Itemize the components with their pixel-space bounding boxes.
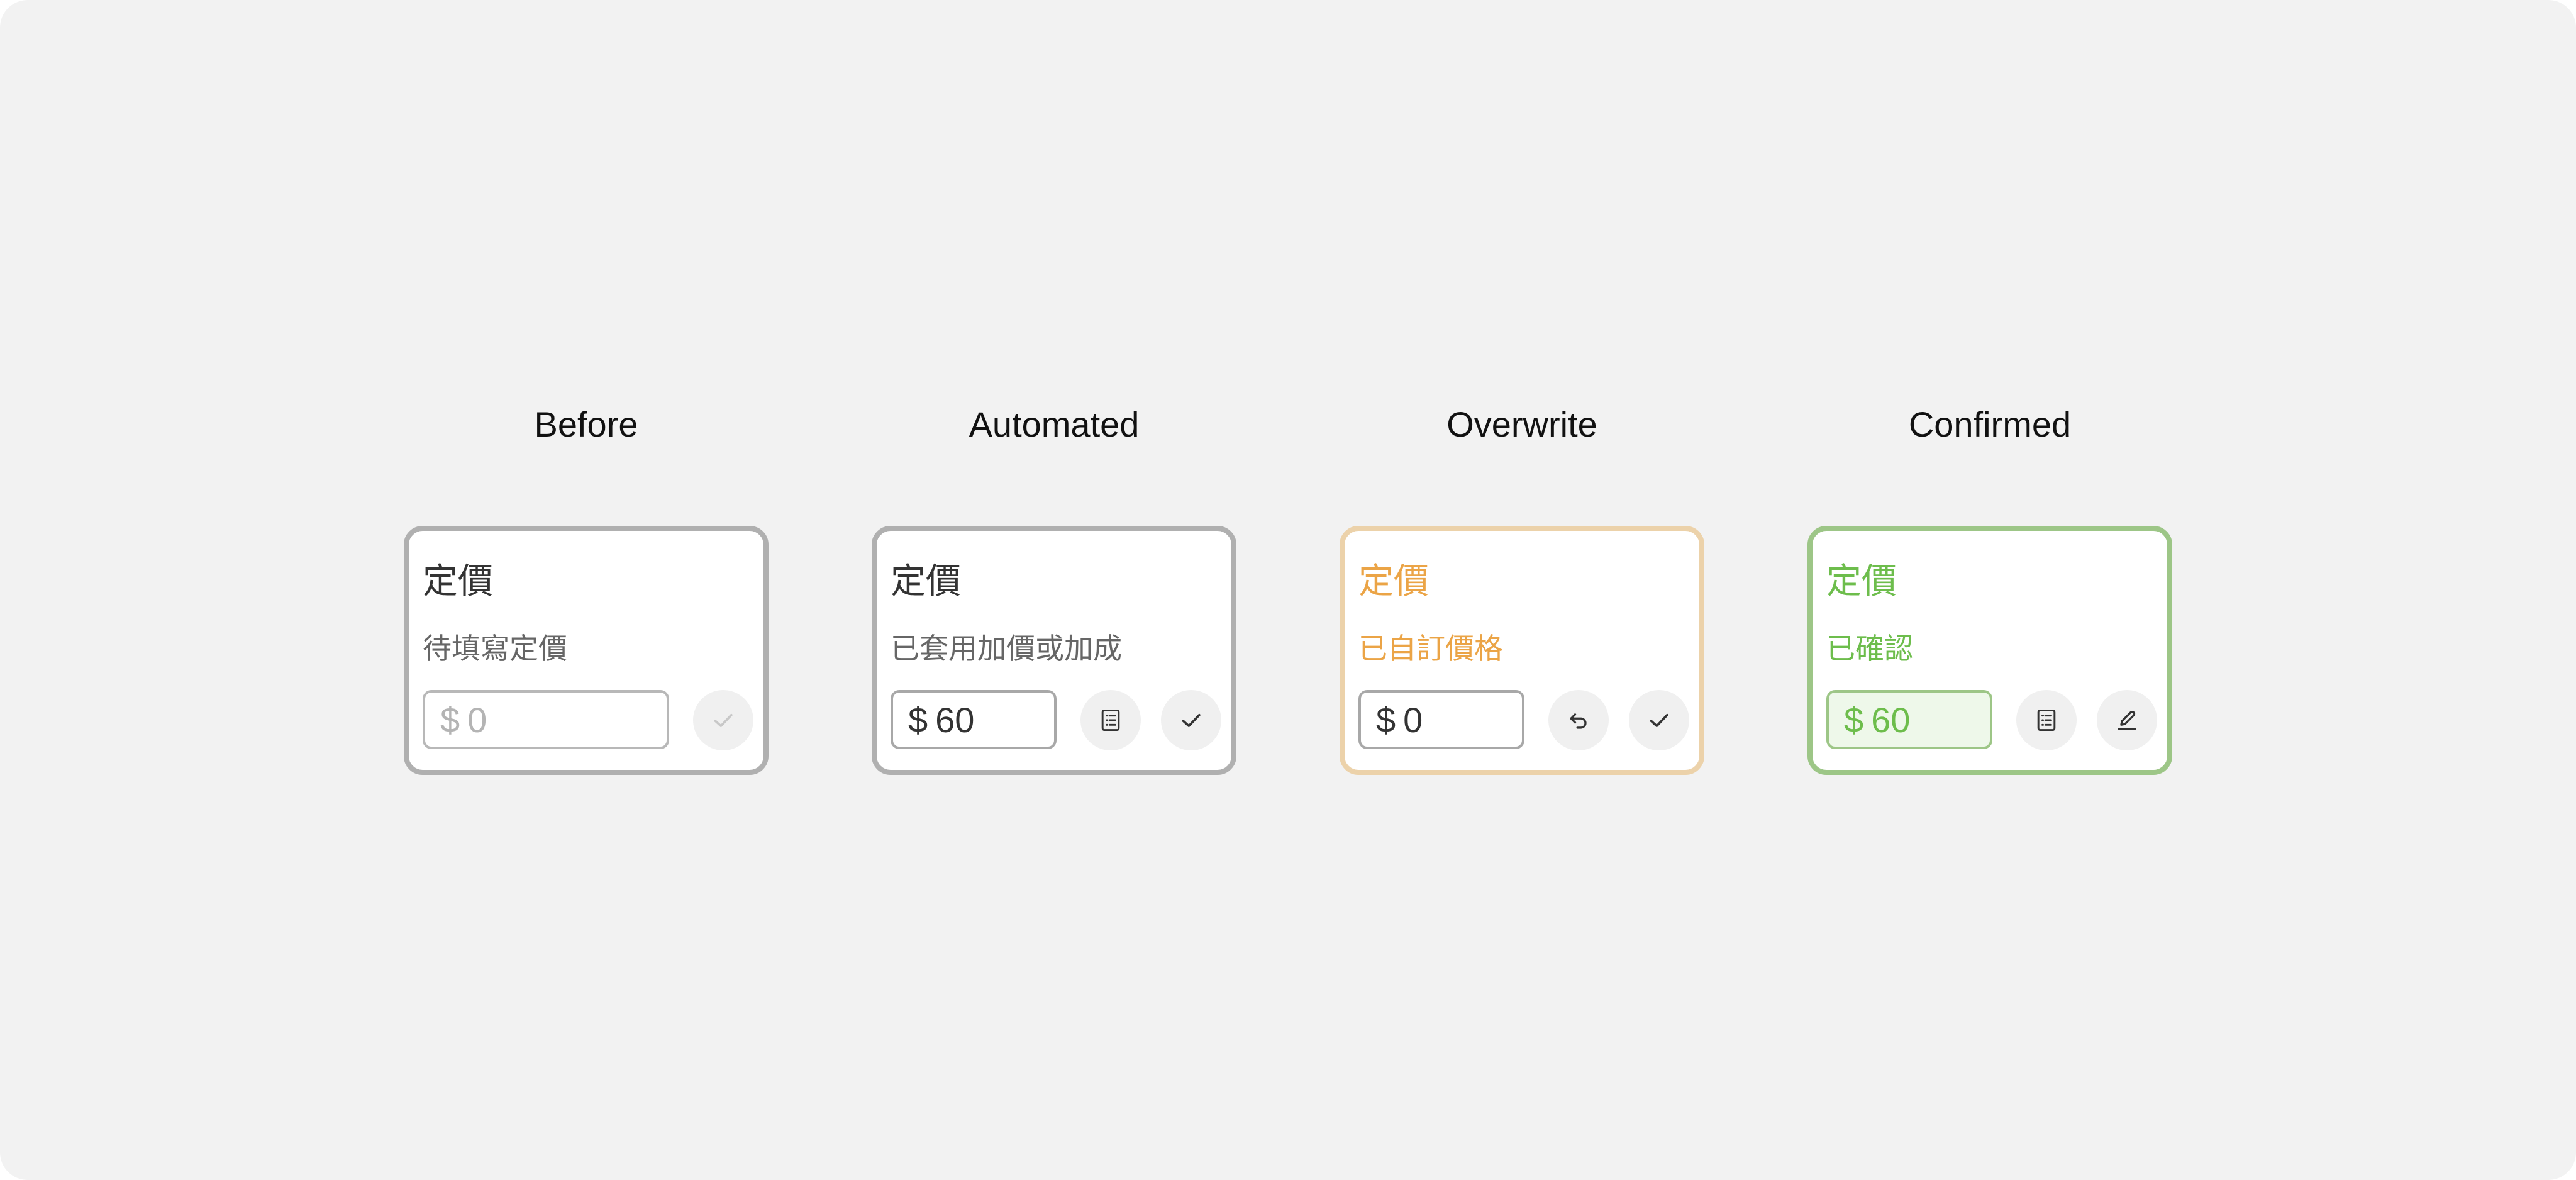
price-card: 定價 待填寫定價 $ 0 [404,526,769,775]
price-status: 待填寫定價 [423,632,567,665]
price-field-label: 定價 [891,561,961,601]
price-input[interactable]: $ 0 [1358,690,1524,749]
edit-icon [2118,711,2136,730]
check-icon [714,713,733,727]
price-input[interactable]: $ 0 [423,690,669,749]
currency-symbol: $ [440,699,460,740]
state-heading: Automated [969,404,1140,444]
price-card: 定價 已確認 $ 60 [1807,526,2172,775]
confirm-button[interactable] [1629,690,1689,750]
price-field-label: 定價 [1826,561,1897,601]
currency-symbol: $ [1844,699,1864,740]
currency-symbol: $ [908,699,928,740]
price-status: 已套用加價或加成 [891,632,1122,665]
price-value: 60 [1871,699,1911,740]
price-input[interactable]: $ 60 [1826,690,1992,749]
price-value: 0 [467,699,487,740]
state-heading: Before [534,404,638,444]
price-field-label: 定價 [423,561,493,601]
state-heading: Confirmed [1908,404,2072,444]
pricing-rules-button[interactable] [1080,690,1141,750]
price-value: 60 [935,699,975,740]
confirm-button[interactable] [1161,690,1221,750]
price-card: 定價 已自訂價格 $ 0 [1340,526,1704,775]
undo-icon [1570,713,1587,729]
price-card: 定價 已套用加價或加成 $ 60 [872,526,1236,775]
price-field-label: 定價 [1358,561,1429,601]
check-icon [1182,713,1201,727]
confirm-button[interactable] [693,690,753,750]
price-status: 已自訂價格 [1358,632,1503,665]
currency-symbol: $ [1376,699,1396,740]
canvas: Before 定價 待填寫定價 $ 0 Automated 定價 已套用加價或加… [0,0,2576,1180]
check-icon [1650,713,1668,727]
pricing-rules-button[interactable] [2016,690,2077,750]
state-heading: Overwrite [1446,404,1597,444]
price-status: 已確認 [1826,632,1913,665]
edit-button[interactable] [2097,690,2157,750]
price-value: 0 [1403,699,1423,740]
list-icon [2037,709,2056,732]
list-icon [1101,709,1120,732]
revert-button[interactable] [1548,690,1609,750]
price-input[interactable]: $ 60 [891,690,1057,749]
